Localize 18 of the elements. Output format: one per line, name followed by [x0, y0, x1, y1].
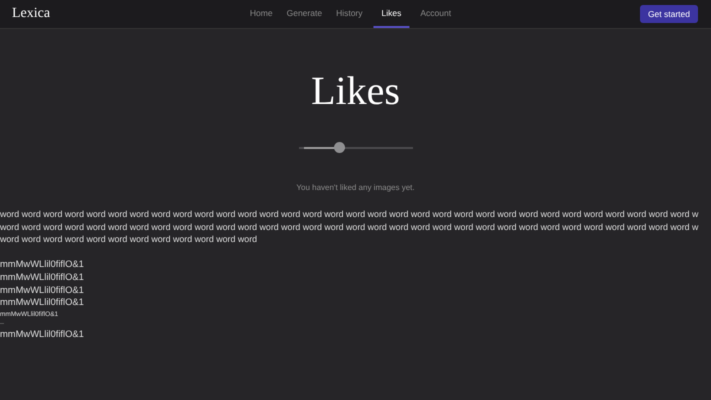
nav-tab[interactable]: History	[329, 0, 370, 28]
nav-tab[interactable]: Account	[413, 0, 458, 28]
nav-tab[interactable]: Likes	[374, 0, 410, 28]
nav-tab[interactable]: Generate	[280, 0, 330, 28]
logo[interactable]: Lexica	[12, 6, 50, 22]
glyph-sample: mmMwWLlil0fiflO&1	[0, 258, 85, 271]
sample-text: word word word word word word word word word word word word	[0, 233, 258, 246]
sample-text: word word word word word word word word word word word word word word word word word word word word word word word word word word word word word word word word w	[0, 208, 700, 221]
empty-message: You haven't liked any images yet.	[295, 183, 416, 192]
page-title: Likes	[310, 69, 401, 113]
glyph-sample: mmMwWLlil0fiflO&1	[0, 270, 85, 284]
glyph-sample: mmMwWLlil0fiflO&1	[0, 328, 85, 341]
sample-text: word word word word word word word word word word word word word word word word word word word word word word word word word word word word word word word word w	[0, 220, 700, 234]
glyph-sample: mmMwWLlil0fiflO&1	[0, 284, 85, 296]
get-started-button[interactable]: Get started	[640, 5, 698, 23]
glyph-sample: mmMwWLlil0fiflO&1	[0, 296, 85, 309]
nav-tab[interactable]: Home	[242, 0, 280, 28]
slider-thumb[interactable]	[334, 142, 346, 153]
